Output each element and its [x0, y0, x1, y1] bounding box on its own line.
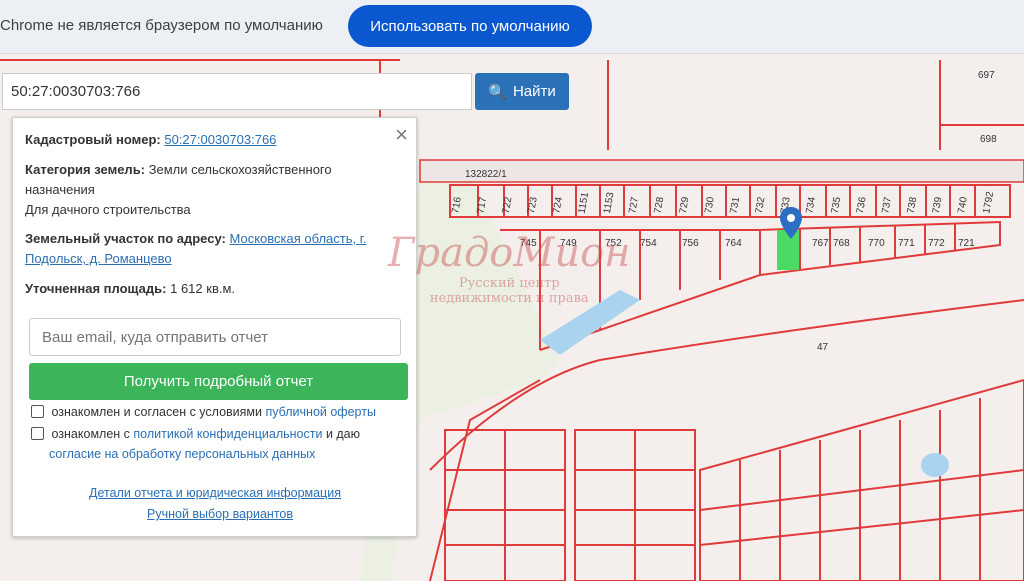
privacy-and: и даю — [325, 427, 361, 441]
parcel-label: 770 — [868, 238, 885, 249]
watermark-title: ГрадоМион — [388, 230, 631, 276]
email-field[interactable] — [29, 318, 401, 356]
personal-data-link[interactable]: согласие на обработку персональных данны… — [49, 447, 315, 461]
parcel-label: 754 — [640, 238, 657, 249]
use-default-button[interactable]: Использовать по умолчанию — [348, 5, 592, 47]
privacy-consent: ознакомлен с политикой конфиденциальност… — [31, 424, 360, 464]
cadastral-number-row: Кадастровый номер: 50:27:0030703:766 — [25, 130, 402, 150]
land-category-row: Категория земель: Земли сельскохозяйстве… — [25, 160, 402, 220]
cadastral-label: Кадастровый номер: — [25, 132, 161, 147]
search-button-label: Найти — [512, 83, 556, 100]
parcel-label: 771 — [898, 238, 915, 249]
browser-default-bar: Chrome не является браузером по умолчани… — [0, 0, 1024, 54]
parcel-label: 721 — [958, 238, 975, 249]
privacy-checkbox[interactable] — [31, 427, 44, 440]
cadastral-search-input[interactable] — [2, 73, 472, 110]
road-label: 132822/1 — [465, 169, 507, 180]
parcel-697: 697 — [978, 70, 995, 81]
offer-text: ознакомлен и согласен с условиями — [51, 405, 263, 419]
privacy-text: ознакомлен с — [51, 427, 130, 441]
details-link[interactable]: Детали отчета и юридическая информация — [89, 486, 341, 500]
search-icon: 🔍 — [488, 83, 507, 101]
area-label: Уточненная площадь: — [25, 281, 167, 296]
category-value-1: Земли сельскохозяйственного — [148, 162, 332, 177]
offer-checkbox[interactable] — [31, 405, 44, 418]
parcel-698: 698 — [980, 134, 997, 145]
cadastral-number-link[interactable]: 50:27:0030703:766 — [164, 132, 276, 147]
category-label: Категория земель: — [25, 162, 146, 177]
address-row: Земельный участок по адресу: Московская … — [25, 229, 402, 269]
address-label: Земельный участок по адресу: — [25, 231, 226, 246]
parcel-label: 768 — [833, 238, 850, 249]
offer-consent: ознакомлен и согласен с условиями публич… — [31, 402, 376, 422]
category-value-2: назначения — [25, 182, 95, 197]
watermark-line2: недвижимости и права — [429, 291, 589, 306]
parcel-label: 772 — [928, 238, 945, 249]
parcel-label: 764 — [725, 238, 742, 249]
parcel-label: 767 — [812, 238, 829, 249]
search-button[interactable]: 🔍 Найти — [475, 73, 569, 110]
area-number: 47 — [817, 342, 829, 353]
area-row: Уточненная площадь: 1 612 кв.м. — [25, 279, 402, 299]
manual-select-link[interactable]: Ручной выбор вариантов — [147, 507, 293, 521]
watermark-line1: Русский центр — [458, 276, 560, 291]
category-value-3: Для дачного строительства — [25, 202, 191, 217]
default-browser-message: Chrome не является браузером по умолчани… — [0, 17, 323, 34]
area-value: 1 612 кв.м. — [170, 281, 236, 296]
privacy-link[interactable]: политикой конфиденциальности — [133, 427, 322, 441]
parcel-label: 756 — [682, 238, 699, 249]
watermark: ГрадоМион Русский центр недвижимости и п… — [388, 230, 631, 306]
address-link-2[interactable]: Подольск, д. Романцево — [25, 251, 172, 266]
map-pin-icon[interactable] — [780, 207, 802, 244]
offer-link[interactable]: публичной оферты — [266, 405, 376, 419]
get-report-button[interactable]: Получить подробный отчет — [29, 363, 408, 400]
parcel-info-panel: × Кадастровый номер: 50:27:0030703:766 К… — [12, 117, 417, 537]
address-link-1[interactable]: Московская область, г. — [229, 231, 366, 246]
